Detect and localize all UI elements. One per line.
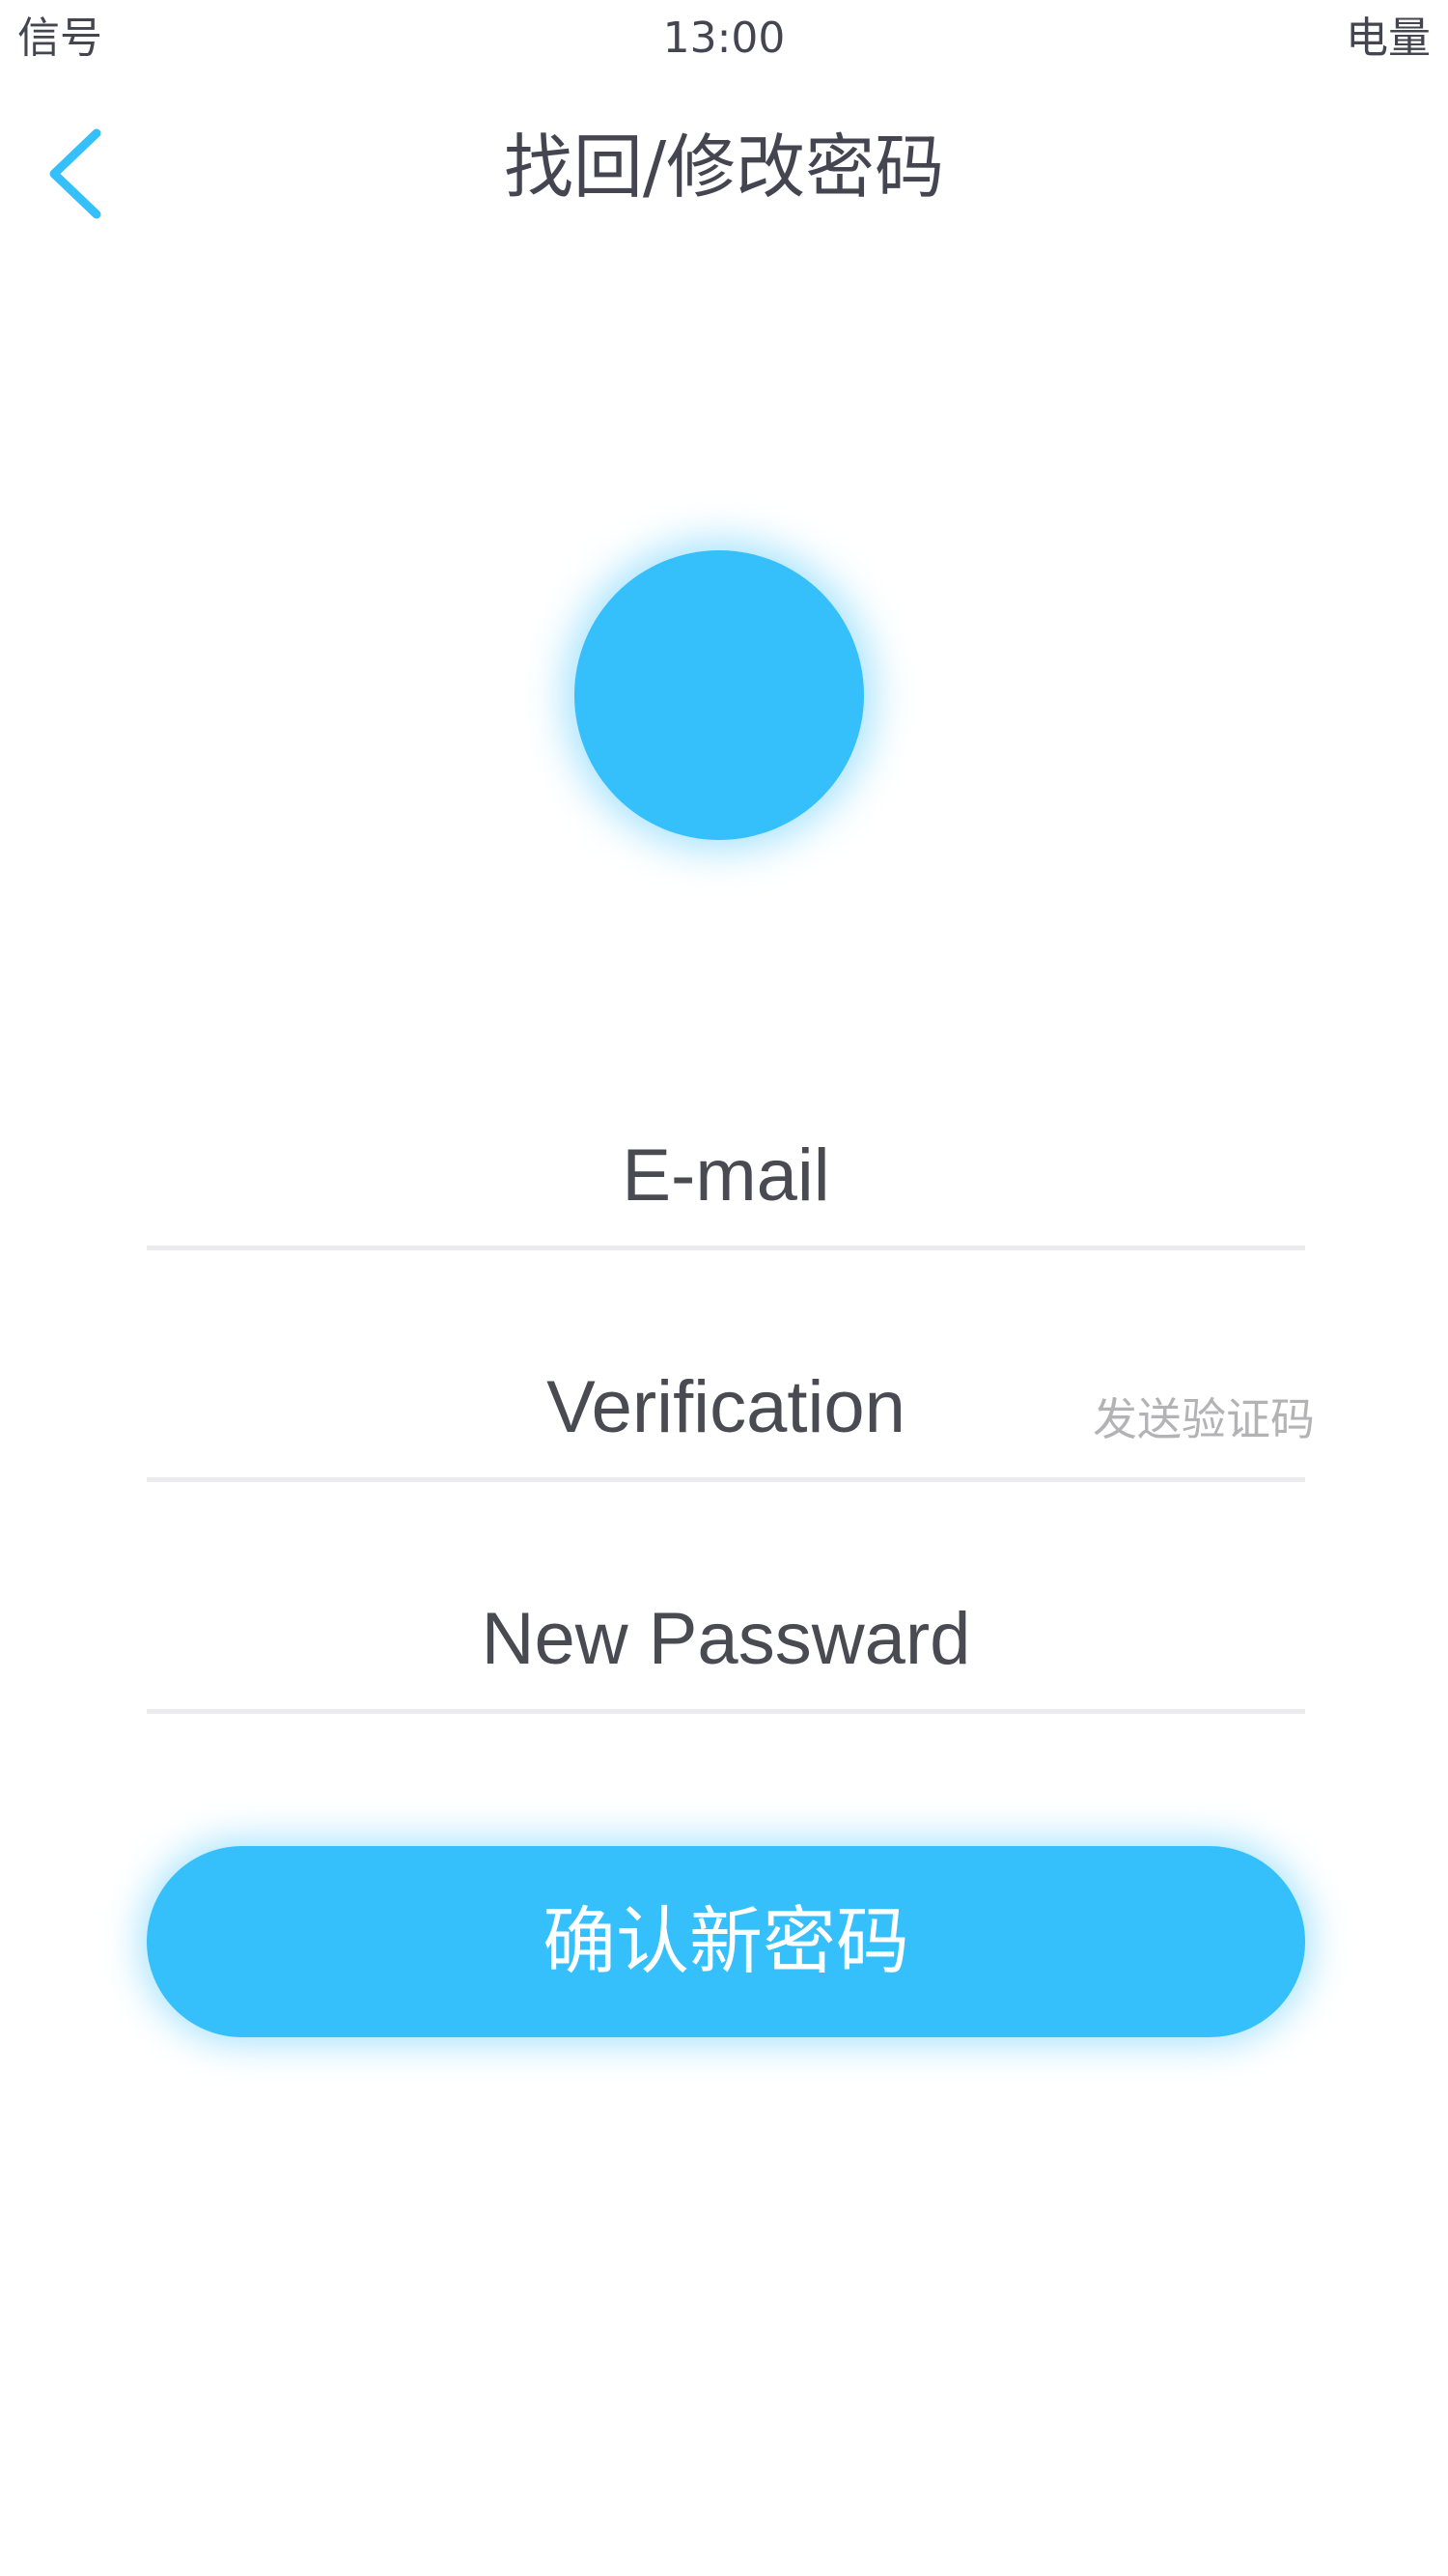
new-password-input[interactable] <box>147 1574 1305 1704</box>
status-bar: 信号 13:00 电量 <box>0 0 1448 77</box>
status-time: 13:00 <box>662 14 786 63</box>
confirm-new-password-button[interactable]: 确认新密码 <box>147 1846 1305 2037</box>
page-title: 找回/修改密码 <box>503 126 945 208</box>
verification-field-row: 发送验证码 <box>147 1342 1315 1482</box>
password-field-row <box>147 1574 1305 1714</box>
send-code-button[interactable]: 发送验证码 <box>1093 1390 1315 1448</box>
battery-indicator: 电量 <box>1346 14 1431 63</box>
nav-bar: 找回/修改密码 <box>0 97 1448 241</box>
avatar <box>574 550 864 840</box>
email-input[interactable] <box>147 1110 1305 1241</box>
email-field-row <box>147 1110 1305 1250</box>
